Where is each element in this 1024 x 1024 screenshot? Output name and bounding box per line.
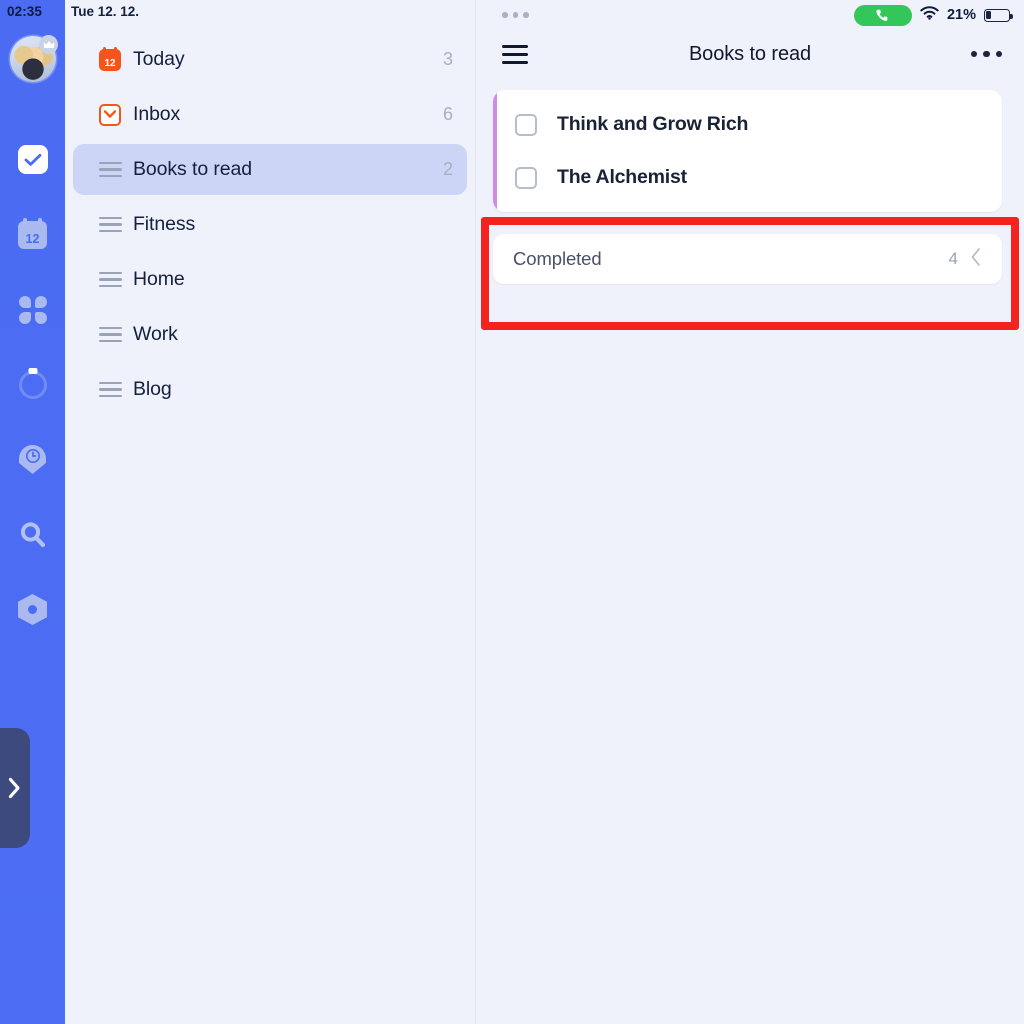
completed-toggle[interactable]: Completed 4 [493,234,1002,284]
status-bar: 21% [476,0,1024,30]
rail-item-history[interactable] [0,422,65,497]
list-lines-icon [99,271,133,288]
status-time: 02:35 [7,4,43,19]
rail-item-focus[interactable] [0,347,65,422]
rail-item-tasks[interactable] [0,122,65,197]
list-item-label: Home [133,268,185,290]
rail-item-settings[interactable] [0,572,65,647]
list-item-count: 2 [442,159,453,179]
drawer-handle[interactable] [0,728,30,848]
completed-label: Completed [513,248,602,269]
inbox-icon [99,103,133,126]
list-item-label: Today [133,48,185,70]
task-label: Think and Grow Rich [557,113,749,135]
check-square-icon [17,145,48,174]
clover-grid-icon [18,295,47,324]
rail-icon-list: 12 [0,122,65,647]
crown-icon [39,35,58,54]
page-title: Books to read [688,42,812,65]
app-rail: 02:35 12 [0,0,65,1024]
rail-item-calendar[interactable]: 12 [0,197,65,272]
task-row[interactable]: The Alchemist [493,151,1002,204]
list-lines-icon [99,381,133,398]
list-item-label: Books to read [133,158,253,180]
avatar[interactable] [10,35,58,82]
chevron-right-icon [8,777,20,799]
rail-item-widgets[interactable] [0,272,65,347]
task-header: Books to read [476,30,1024,78]
chevron-left-icon[interactable] [970,247,982,272]
lists-container: 12 Today 3 Inbox 6 Books to read 2 Fitne… [65,0,475,415]
list-item-label: Inbox [133,103,181,125]
phone-call-icon[interactable] [853,4,912,26]
clock-badge-icon [19,445,46,474]
battery-percent: 21% [946,7,976,23]
status-date: Tue 12. 12. [71,4,140,19]
completed-section: Completed 4 [493,234,1002,284]
list-item-work[interactable]: Work [73,309,467,360]
list-item-label: Work [133,323,178,345]
list-lines-icon [99,326,133,343]
hex-settings-icon [18,594,47,625]
list-item-label: Blog [133,378,172,400]
three-dots-icon[interactable] [502,12,529,18]
list-item-count: 3 [442,49,453,69]
wifi-icon [920,5,939,25]
list-item-label: Fitness [133,213,196,235]
app-root: 02:35 12 Tue 12. 12. 12 Today 3 Inbox 6 … [0,0,1024,1024]
task-label: The Alchemist [557,166,687,188]
status-indicators: 21% [853,4,1013,26]
task-card: Think and Grow Rich The Alchemist [493,90,1002,212]
task-panel: 21% Books to read Think and Grow Rich Th… [476,0,1024,1024]
task-row[interactable]: Think and Grow Rich [493,98,1002,151]
progress-ring-icon [18,370,47,399]
lists-panel: Tue 12. 12. 12 Today 3 Inbox 6 Books to … [65,0,476,1024]
search-icon [18,520,48,550]
three-dots-icon[interactable] [970,50,1002,58]
completed-count: 4 [948,249,958,268]
rail-item-search[interactable] [0,497,65,572]
list-item-today[interactable]: 12 Today 3 [73,34,467,85]
list-item-books-to-read[interactable]: Books to read 2 [73,144,467,195]
list-item-blog[interactable]: Blog [73,364,467,415]
list-item-fitness[interactable]: Fitness [73,199,467,250]
list-lines-icon [99,161,133,178]
calendar-today-icon: 12 [99,46,133,71]
task-checkbox[interactable] [515,113,537,136]
task-checkbox[interactable] [515,166,537,189]
calendar-12-icon: 12 [18,217,47,249]
list-item-count: 6 [442,104,453,124]
list-lines-icon [99,216,133,233]
list-item-home[interactable]: Home [73,254,467,305]
hamburger-menu-icon[interactable] [502,44,528,64]
battery-low-icon [984,8,1013,22]
list-item-inbox[interactable]: Inbox 6 [73,89,467,140]
